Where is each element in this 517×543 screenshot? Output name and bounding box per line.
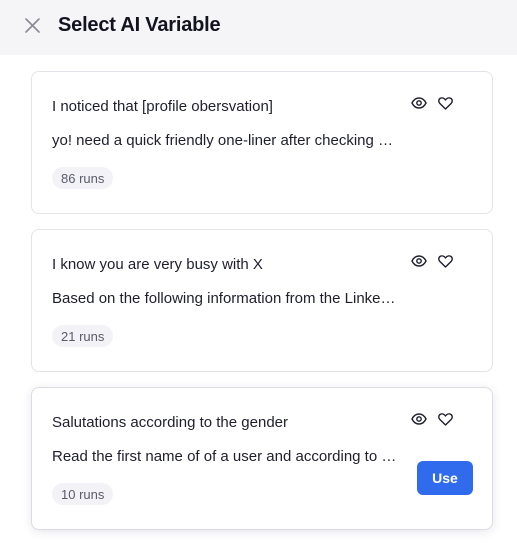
variable-list[interactable]: I noticed that [profile obersvation] yo!… [0, 55, 517, 543]
variable-card[interactable]: Salutations according to the gender Read… [31, 387, 493, 530]
dialog-header: Select AI Variable [0, 0, 517, 55]
runs-badge: 86 runs [52, 167, 114, 189]
runs-badge: 10 runs [52, 483, 114, 505]
close-icon[interactable] [24, 17, 41, 34]
variable-title: I noticed that [profile obersvation] [52, 98, 273, 115]
variable-description: yo! need a quick friendly one-liner afte… [52, 132, 397, 149]
eye-icon[interactable] [410, 410, 428, 428]
heart-icon[interactable] [436, 410, 454, 428]
eye-icon[interactable] [410, 94, 428, 112]
eye-icon[interactable] [410, 252, 428, 270]
heart-icon[interactable] [436, 94, 454, 112]
variable-description: Read the first name of of a user and acc… [52, 448, 397, 465]
variable-description: Based on the following information from … [52, 290, 397, 307]
variable-title: Salutations according to the gender [52, 414, 288, 431]
variable-card[interactable]: I know you are very busy with X Based on… [31, 229, 493, 372]
variable-title: I know you are very busy with X [52, 256, 263, 273]
runs-badge: 21 runs [52, 325, 114, 347]
variable-card[interactable]: I noticed that [profile obersvation] yo!… [31, 71, 493, 214]
dialog-title: Select AI Variable [58, 14, 221, 36]
use-button[interactable]: Use [417, 461, 473, 495]
heart-icon[interactable] [436, 252, 454, 270]
